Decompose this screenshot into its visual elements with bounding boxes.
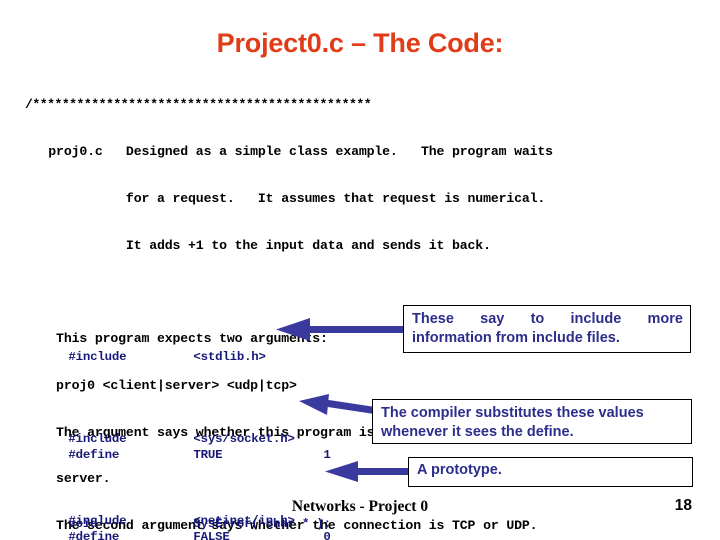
footer-page-number: 18: [674, 497, 692, 514]
include-header: <stdlib.h>: [193, 350, 266, 365]
include-row: #include <stdlib.h>: [25, 333, 295, 382]
callout-includes-line2: information from include files.: [412, 330, 620, 346]
callout-defines: The compiler substitutes these values wh…: [372, 399, 692, 444]
arrow-to-defines: [299, 394, 379, 415]
callout-prototype: A prototype.: [408, 457, 693, 487]
code-line: It adds +1 to the input data and sends i…: [25, 237, 491, 253]
code-line: proj0.c Designed as a simple class examp…: [25, 143, 553, 159]
callout-defines-line1: The compiler substitutes these values: [381, 405, 644, 421]
page-title: Project0.c – The Code:: [216, 28, 504, 58]
arrow-to-includes: [276, 318, 410, 341]
callout-includes-line1: These say to include more: [412, 311, 683, 327]
slide: Project0.c – The Code: /****************…: [0, 0, 720, 540]
prototype-signature: SysError( char * );: [193, 517, 331, 532]
callout-defines-line2: whenever it sees the define.: [381, 424, 574, 440]
code-line: for a request. It assumes that request i…: [25, 190, 546, 206]
callout-includes: These say to include more information fr…: [403, 305, 691, 353]
code-star-line-open: /***************************************…: [25, 97, 372, 113]
callout-prototype-line1: A prototype.: [417, 462, 502, 478]
footer-title: Networks - Project 0: [291, 498, 429, 515]
prototype-return-type: void: [68, 517, 98, 532]
define-keyword: #define: [68, 448, 120, 463]
include-keyword: #include: [68, 350, 127, 365]
define-name: TRUE: [193, 448, 223, 463]
arrow-to-prototype: [325, 461, 416, 482]
